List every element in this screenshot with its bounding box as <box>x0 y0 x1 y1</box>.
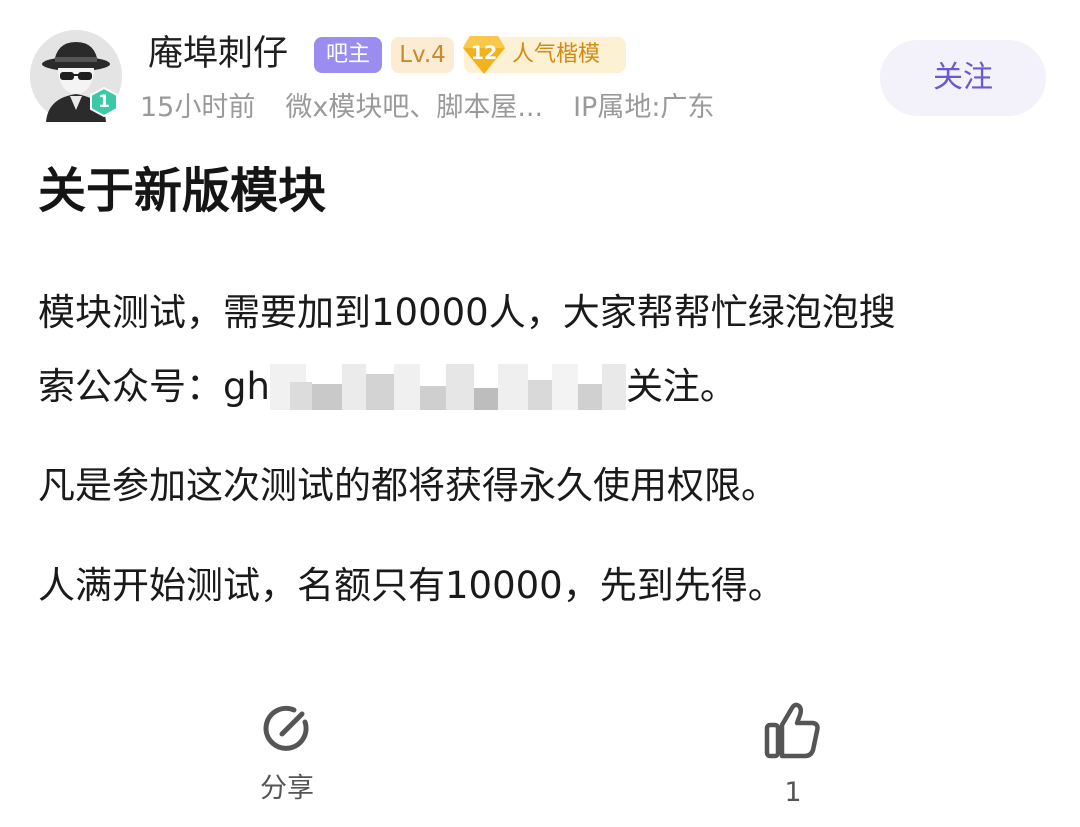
share-icon <box>263 705 309 751</box>
post-body-line: 索公众号：gh 关注。 <box>38 364 737 410</box>
post-body-line: 模块测试，需要加到10000人，大家帮帮忙绿泡泡搜 <box>38 291 896 334</box>
post-body-partial-id: gh <box>223 365 270 408</box>
thumbs-up-icon <box>764 702 820 759</box>
post-body-text: 索公众号： <box>38 365 223 408</box>
user-level-number: 1 <box>98 92 110 112</box>
share-label: 分享 <box>260 773 314 804</box>
author-name[interactable]: 庵埠刺仔 <box>148 30 288 78</box>
like-button[interactable]: 1 <box>733 700 853 810</box>
like-count: 1 <box>784 777 802 808</box>
popularity-level-number: 12 <box>470 42 498 64</box>
post-time: 15小时前 <box>140 92 256 123</box>
follow-button[interactable]: 关注 <box>880 40 1046 116</box>
popularity-gem: 12 <box>462 34 506 76</box>
mosaic-redaction <box>269 364 626 410</box>
user-level-badge: 1 <box>89 87 119 117</box>
forum-owner-badge: 吧主 <box>314 37 382 73</box>
post-forums[interactable]: 微x模块吧、脚本屋... <box>285 92 543 123</box>
post-meta: 15小时前 微x模块吧、脚本屋... IP属地:广东 <box>140 88 744 128</box>
post-body-text: 关注。 <box>625 365 737 408</box>
post-body-line: 人满开始测试，名额只有10000，先到先得。 <box>38 564 785 607</box>
post-title: 关于新版模块 <box>38 163 327 219</box>
share-button[interactable]: 分享 <box>227 700 347 806</box>
level-badge: Lv.4 <box>391 37 454 73</box>
post-body-line: 凡是参加这次测试的都将获得永久使用权限。 <box>38 464 778 507</box>
popularity-badge-label: 人气楷模 <box>512 42 601 67</box>
ip-location: IP属地:广东 <box>573 92 715 123</box>
